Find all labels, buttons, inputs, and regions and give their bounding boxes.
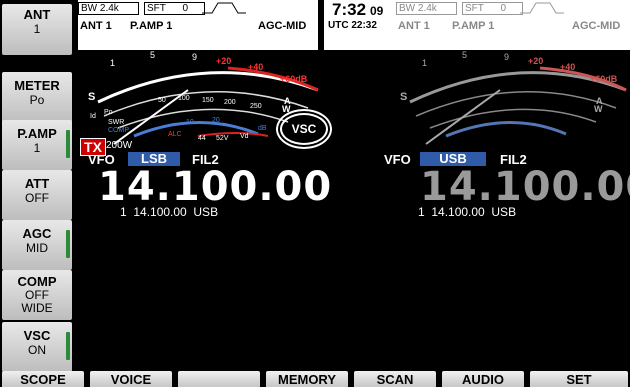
- db-label: dB: [258, 125, 267, 132]
- filter-shape-icon: [202, 2, 246, 14]
- sub-s-tick-plus20: +20: [528, 56, 543, 66]
- power-readout: 200W: [106, 140, 133, 151]
- po-tick-250: 250: [250, 103, 262, 110]
- sub-meter: S 1 5 9 +20 +40 +60dB W A: [400, 50, 627, 145]
- sub-bw-box[interactable]: BW 2.4k: [396, 2, 457, 15]
- vd-tick-44: 44: [198, 135, 206, 142]
- pamp-led: [66, 130, 70, 158]
- vsc-key[interactable]: VSC ON: [2, 322, 72, 372]
- pamp-key[interactable]: P.AMP 1: [2, 120, 72, 170]
- comp-meter-label: COMP: [108, 127, 129, 134]
- sub-s-label: S: [400, 91, 407, 103]
- main-sub-readout: 1 14.100.00 USB: [120, 205, 219, 219]
- s-tick-plus40: +40: [248, 62, 263, 72]
- sub-filter-shape-icon: [520, 2, 564, 14]
- s-tick-5: 5: [150, 50, 155, 60]
- meter-key[interactable]: METER Po: [2, 72, 72, 124]
- s-tick-1: 1: [110, 58, 115, 68]
- clock: 7:32 09 UTC 22:32: [324, 0, 396, 50]
- vsc-led: [66, 332, 70, 360]
- vd-label: Vd: [240, 133, 249, 140]
- comp-key[interactable]: COMP OFF WIDE: [2, 270, 72, 320]
- sub-a-label: A: [596, 96, 603, 106]
- set-key[interactable]: SET: [530, 371, 628, 387]
- blank-key[interactable]: [178, 371, 260, 387]
- vsc-indicator: VSC: [280, 113, 328, 145]
- ant-key[interactable]: ANT 1: [2, 4, 72, 55]
- scope-key[interactable]: SCOPE: [2, 371, 84, 387]
- agc-key[interactable]: AGC MID: [2, 220, 72, 270]
- sub-s-tick-plus60: +60dB: [590, 74, 618, 84]
- scan-key[interactable]: SCAN: [354, 371, 436, 387]
- alc-label: ALC: [168, 131, 182, 138]
- po-tick-100: 100: [178, 95, 190, 102]
- sub-s-tick-plus40: +40: [560, 62, 575, 72]
- radio-screen: ANT 1 METER Po P.AMP 1 ATT OFF AGC MID C…: [0, 0, 630, 387]
- sft-box[interactable]: SFT 0: [144, 2, 205, 15]
- agc-led: [66, 230, 70, 258]
- swr-label: SWR: [108, 119, 124, 126]
- s-tick-plus20: +20: [216, 56, 231, 66]
- alc-tick-20: 20: [212, 117, 220, 124]
- po-tick-50: 50: [158, 97, 166, 104]
- po-tick-150: 150: [202, 97, 214, 104]
- s-tick-plus60: +60dB: [280, 74, 308, 84]
- sub-s-tick-1: 1: [422, 58, 427, 68]
- sub-frequency[interactable]: 14.100.00: [420, 164, 630, 210]
- id-label: Id: [90, 113, 96, 120]
- a-label: A: [284, 96, 291, 106]
- po-tick-200: 200: [224, 99, 236, 106]
- vd-tick-52: 52V: [216, 135, 229, 142]
- s-tick-9: 9: [192, 52, 197, 62]
- left-header: BW 2.4k SFT 0 ANT 1 P.AMP 1 AGC-MID: [78, 0, 318, 50]
- sub-sft-box[interactable]: SFT 0: [462, 2, 523, 15]
- main-frequency[interactable]: 14.100.00: [98, 164, 332, 210]
- sub-sub-readout: 1 14.100.00 USB: [418, 205, 517, 219]
- memory-key[interactable]: MEMORY: [266, 371, 348, 387]
- s-meter-label: S: [88, 91, 95, 103]
- audio-key[interactable]: AUDIO: [442, 371, 524, 387]
- sub-s-tick-5: 5: [462, 50, 467, 60]
- po-label: Po: [104, 109, 113, 116]
- right-header: BW 2.4k SFT 0 ANT 1 P.AMP 1 AGC-MID: [396, 0, 630, 50]
- att-key[interactable]: ATT OFF: [2, 170, 72, 220]
- sub-s-tick-9: 9: [504, 52, 509, 62]
- voice-key[interactable]: VOICE: [90, 371, 172, 387]
- alc-tick-10: 10: [186, 119, 194, 126]
- bw-box[interactable]: BW 2.4k: [78, 2, 139, 15]
- sub-vfo-label: VFO: [384, 152, 411, 167]
